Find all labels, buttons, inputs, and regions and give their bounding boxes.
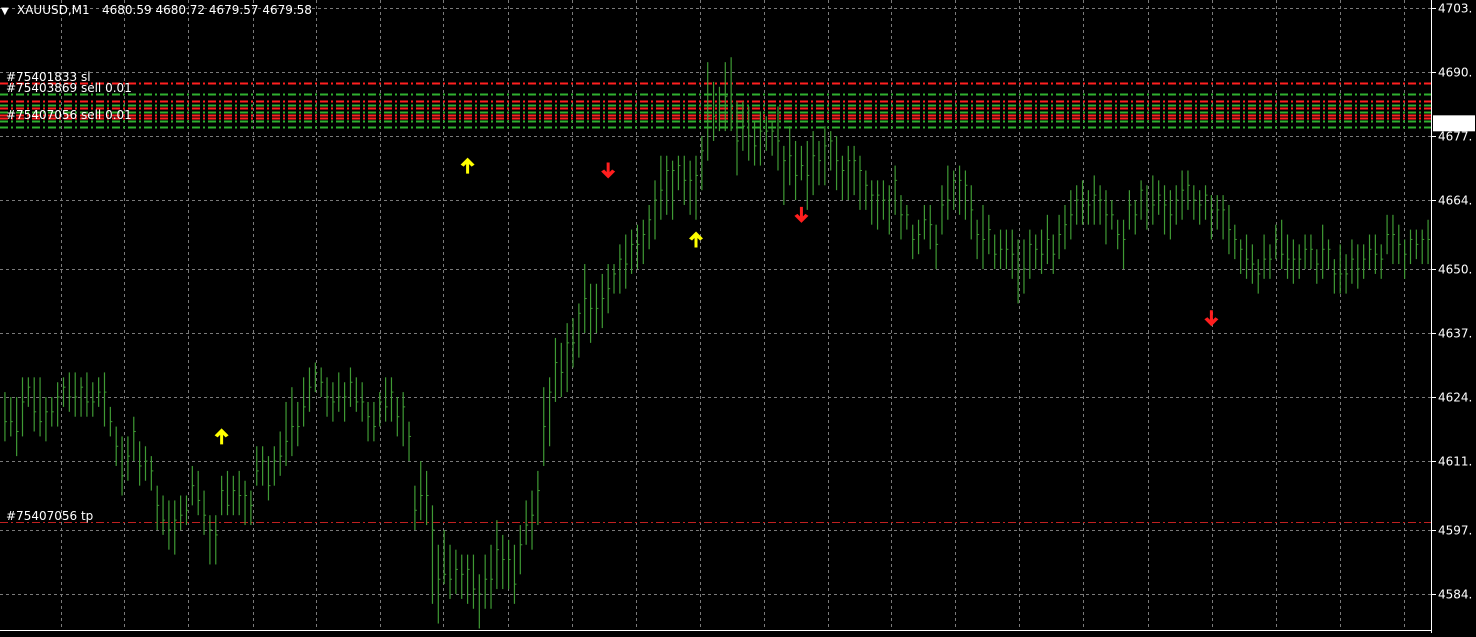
order-label: #75403869 sell 0.01 — [6, 81, 132, 95]
chart-menu-icon[interactable]: ▼ — [1, 6, 9, 17]
order-label: #75407056 tp — [6, 509, 93, 523]
price-axis-label: 4703. — [1438, 2, 1472, 16]
price-axis-label: 4611. — [1438, 455, 1472, 469]
price-axis-label: 4597. — [1438, 524, 1472, 538]
price-axis-label: 4690. — [1438, 66, 1472, 80]
chart-canvas[interactable]: #75401833 sl#75403869 sell 0.01#75407056… — [0, 0, 1476, 633]
price-chart[interactable]: #75401833 sl #75403869 sell 0.01 #75407056… — [0, 0, 1476, 633]
symbol-timeframe: XAUUSD,M1 — [17, 3, 90, 17]
price-axis-label: 4584. — [1438, 588, 1472, 602]
chart-header: ▼ XAUUSD,M1 4680.59 4680.72 4679.57 4679… — [1, 3, 312, 17]
current-price-label: 4679. — [1437, 117, 1471, 131]
price-axis-label: 4664. — [1438, 194, 1472, 208]
price-axis-label: 4624. — [1438, 391, 1472, 405]
order-label: #75407056 sell 0.01 — [6, 108, 132, 122]
price-axis-label: 4677. — [1438, 130, 1472, 144]
ohlc-values: 4680.59 4680.72 4679.57 4679.58 — [102, 3, 312, 17]
price-axis-label: 4650. — [1438, 263, 1472, 277]
price-axis-label: 4637. — [1438, 327, 1472, 341]
current-price-tag: 4679. — [1433, 115, 1475, 132]
